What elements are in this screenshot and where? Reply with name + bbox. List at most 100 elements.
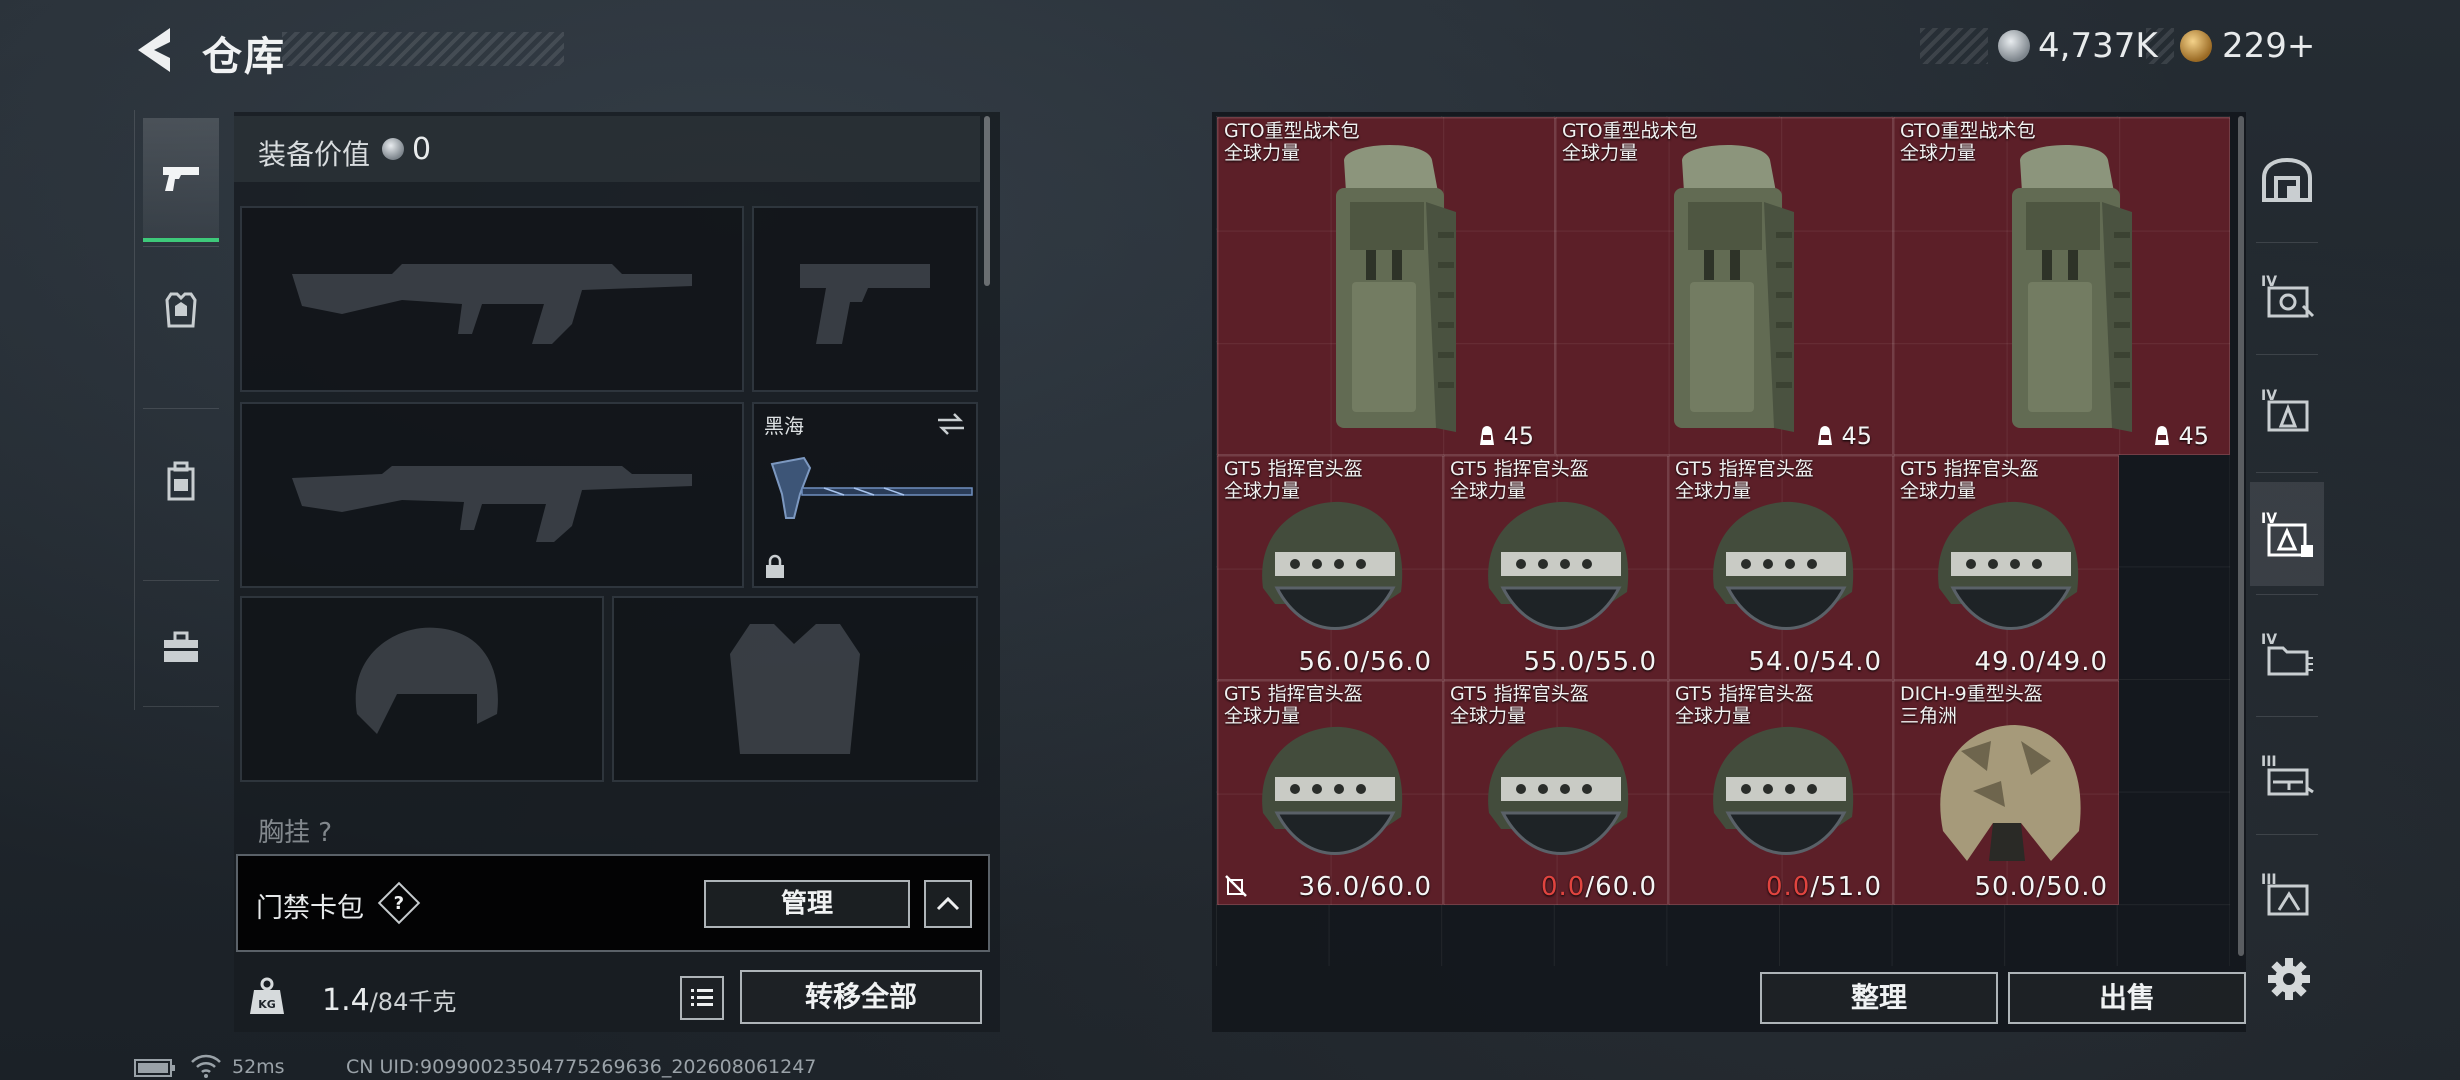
carry-weight-capacity: /84千克 (369, 988, 457, 1016)
silver-coin-icon (1998, 30, 2030, 62)
secondary-weapon-slot[interactable] (240, 402, 744, 588)
armor-silhouette-icon (730, 624, 860, 754)
wifi-icon (191, 1054, 221, 1078)
title-decor (282, 32, 564, 66)
user-uid: CN UID:9099002350477526963​6_20260806124… (346, 1056, 817, 1078)
capacity: 45 (1477, 422, 1534, 450)
tab-weapons[interactable] (143, 118, 219, 242)
collapse-button[interactable] (924, 880, 972, 928)
pistol-slot[interactable] (752, 206, 978, 392)
durability: 49.0/49.0 (1974, 647, 2108, 677)
stash-item-backpack[interactable]: GTO重型战术包 全球力量 45 (1893, 117, 2230, 455)
weight-icon: KG (250, 977, 284, 1014)
stash-scrollbar[interactable] (2238, 116, 2244, 956)
tab-storage-iii-2[interactable]: III (2250, 842, 2324, 946)
access-card-label: 门禁卡包 (256, 893, 364, 924)
helmet-image (1487, 726, 1628, 855)
back-arrow-icon (138, 28, 170, 72)
helmet-slot[interactable] (240, 596, 604, 782)
swap-icon[interactable] (936, 412, 966, 436)
body-armor-slot[interactable] (612, 596, 978, 782)
loadout-scrollbar[interactable] (984, 116, 990, 286)
stash-item-backpack[interactable]: GTO重型战术包 全球力量 45 (1217, 117, 1555, 455)
helmet-image (1262, 726, 1403, 855)
capacity-icon (1818, 426, 1833, 445)
back-button[interactable] (130, 22, 180, 78)
backpack-image (1674, 144, 1794, 432)
tier-iii-weapon-icon: III (2261, 754, 2314, 796)
tab-storage-iv-3[interactable]: IV (2250, 482, 2324, 586)
transfer-all-button[interactable]: 转移全部 (740, 970, 982, 1024)
stash-item-helmet[interactable]: GT5 指挥官头盔 全球力量 54.0/54.0 (1668, 455, 1893, 680)
gold-currency-amount[interactable]: 229+ (2222, 26, 2315, 66)
ping: 52ms (232, 1056, 285, 1078)
carry-weight-current: 1.4 (322, 983, 370, 1018)
backpack-icon (167, 461, 195, 501)
list-view-button[interactable] (680, 976, 724, 1020)
durability: 54.0/54.0 (1748, 647, 1882, 677)
tier-iii-box-icon: III (2261, 872, 2309, 916)
not-insured-icon (1225, 875, 1247, 897)
equipment-value-label: 装备价值 (258, 138, 371, 171)
tomahawk-icon (770, 456, 973, 519)
tab-armor[interactable] (143, 250, 219, 370)
chest-rig-label: 胸挂 ? (258, 818, 333, 848)
svg-text:III: III (2261, 754, 2277, 770)
helmet-image (1262, 501, 1403, 630)
stash-item-helmet[interactable]: GT5 指挥官头盔 全球力量 49.0/49.0 (1893, 455, 2119, 680)
tab-all-storage[interactable] (2250, 128, 2324, 232)
tier-iv-container-icon: IV (2261, 274, 2315, 318)
tab-tools[interactable] (143, 588, 219, 708)
manage-button[interactable]: 管理 (704, 880, 910, 928)
durability: 56.0/56.0 (1298, 647, 1432, 677)
heavy-helmet-image (1940, 725, 2081, 861)
helmet-image (1712, 501, 1853, 630)
stash-item-backpack[interactable]: GTO重型战术包 全球力量 45 (1555, 117, 1893, 455)
capacity: 45 (1815, 422, 1872, 450)
rifle-silhouette-icon (292, 264, 692, 344)
durability: 36.0/60.0 (1298, 872, 1432, 902)
capacity: 45 (2152, 422, 2209, 450)
stash-item-helmet[interactable]: GT5 指挥官头盔 全球力量 0.0/60.0 (1443, 680, 1668, 905)
pistol-silhouette-icon (800, 264, 930, 344)
stash-item-helmet[interactable]: GT5 指挥官头盔 全球力量 36.0/60.0 (1217, 680, 1443, 905)
stash-item-heavy-helmet[interactable]: DICH-9重型头盔 三角洲 50.0/50.0 (1893, 680, 2119, 905)
melee-slot[interactable]: 黑海 (752, 402, 978, 588)
primary-weapon-slot[interactable] (240, 206, 744, 392)
silver-currency-amount: 4,737K (2038, 26, 2158, 66)
settings-gear-icon[interactable] (2266, 956, 2312, 1002)
durability: 50.0/50.0 (1974, 872, 2108, 902)
sort-button[interactable]: 整理 (1760, 972, 1998, 1024)
durability: 0.0/51.0 (1765, 872, 1882, 902)
stash-item-helmet[interactable]: GT5 指挥官头盔 全球力量 55.0/55.0 (1443, 455, 1668, 680)
tab-storage-iv-1[interactable]: IV (2250, 244, 2324, 348)
stash-item-helmet[interactable]: GT5 指挥官头盔 全球力量 0.0/51.0 (1668, 680, 1893, 905)
svg-text:IV: IV (2261, 632, 2277, 648)
melee-weapon-name: 黑海 (764, 414, 804, 438)
stash-item-helmet[interactable]: GT5 指挥官头盔 全球力量 56.0/56.0 (1217, 455, 1443, 680)
gold-coin-icon (2180, 30, 2212, 62)
tab-backpack[interactable] (143, 422, 219, 542)
svg-text:KG: KG (258, 998, 276, 1011)
tab-storage-iv-2[interactable]: IV (2250, 358, 2324, 462)
list-icon (691, 989, 713, 1006)
sell-button[interactable]: 出售 (2008, 972, 2246, 1024)
backpack-image (2011, 144, 2132, 432)
lock-icon (766, 554, 784, 578)
home-base-icon (2262, 157, 2312, 202)
currency-decor (1920, 28, 1988, 64)
equipment-value-amount: 0 (412, 132, 432, 167)
backpack-image (1336, 144, 1456, 432)
tier-iv-armor-locked-icon: IV (2261, 511, 2313, 557)
tab-storage-iv-4[interactable]: IV (2250, 602, 2324, 706)
capacity-icon (1480, 426, 1495, 445)
tier-iv-folder-icon: IV (2261, 632, 2313, 676)
silver-coin-icon (382, 138, 404, 160)
toolbox-icon (164, 631, 198, 662)
helmet-image (1712, 726, 1853, 855)
battery-icon (134, 1059, 175, 1077)
helmet-silhouette-icon (355, 627, 498, 734)
tab-storage-iii-1[interactable]: III (2250, 724, 2324, 828)
pistol-icon (163, 167, 199, 191)
tier-iv-armor-icon: IV (2261, 388, 2309, 432)
